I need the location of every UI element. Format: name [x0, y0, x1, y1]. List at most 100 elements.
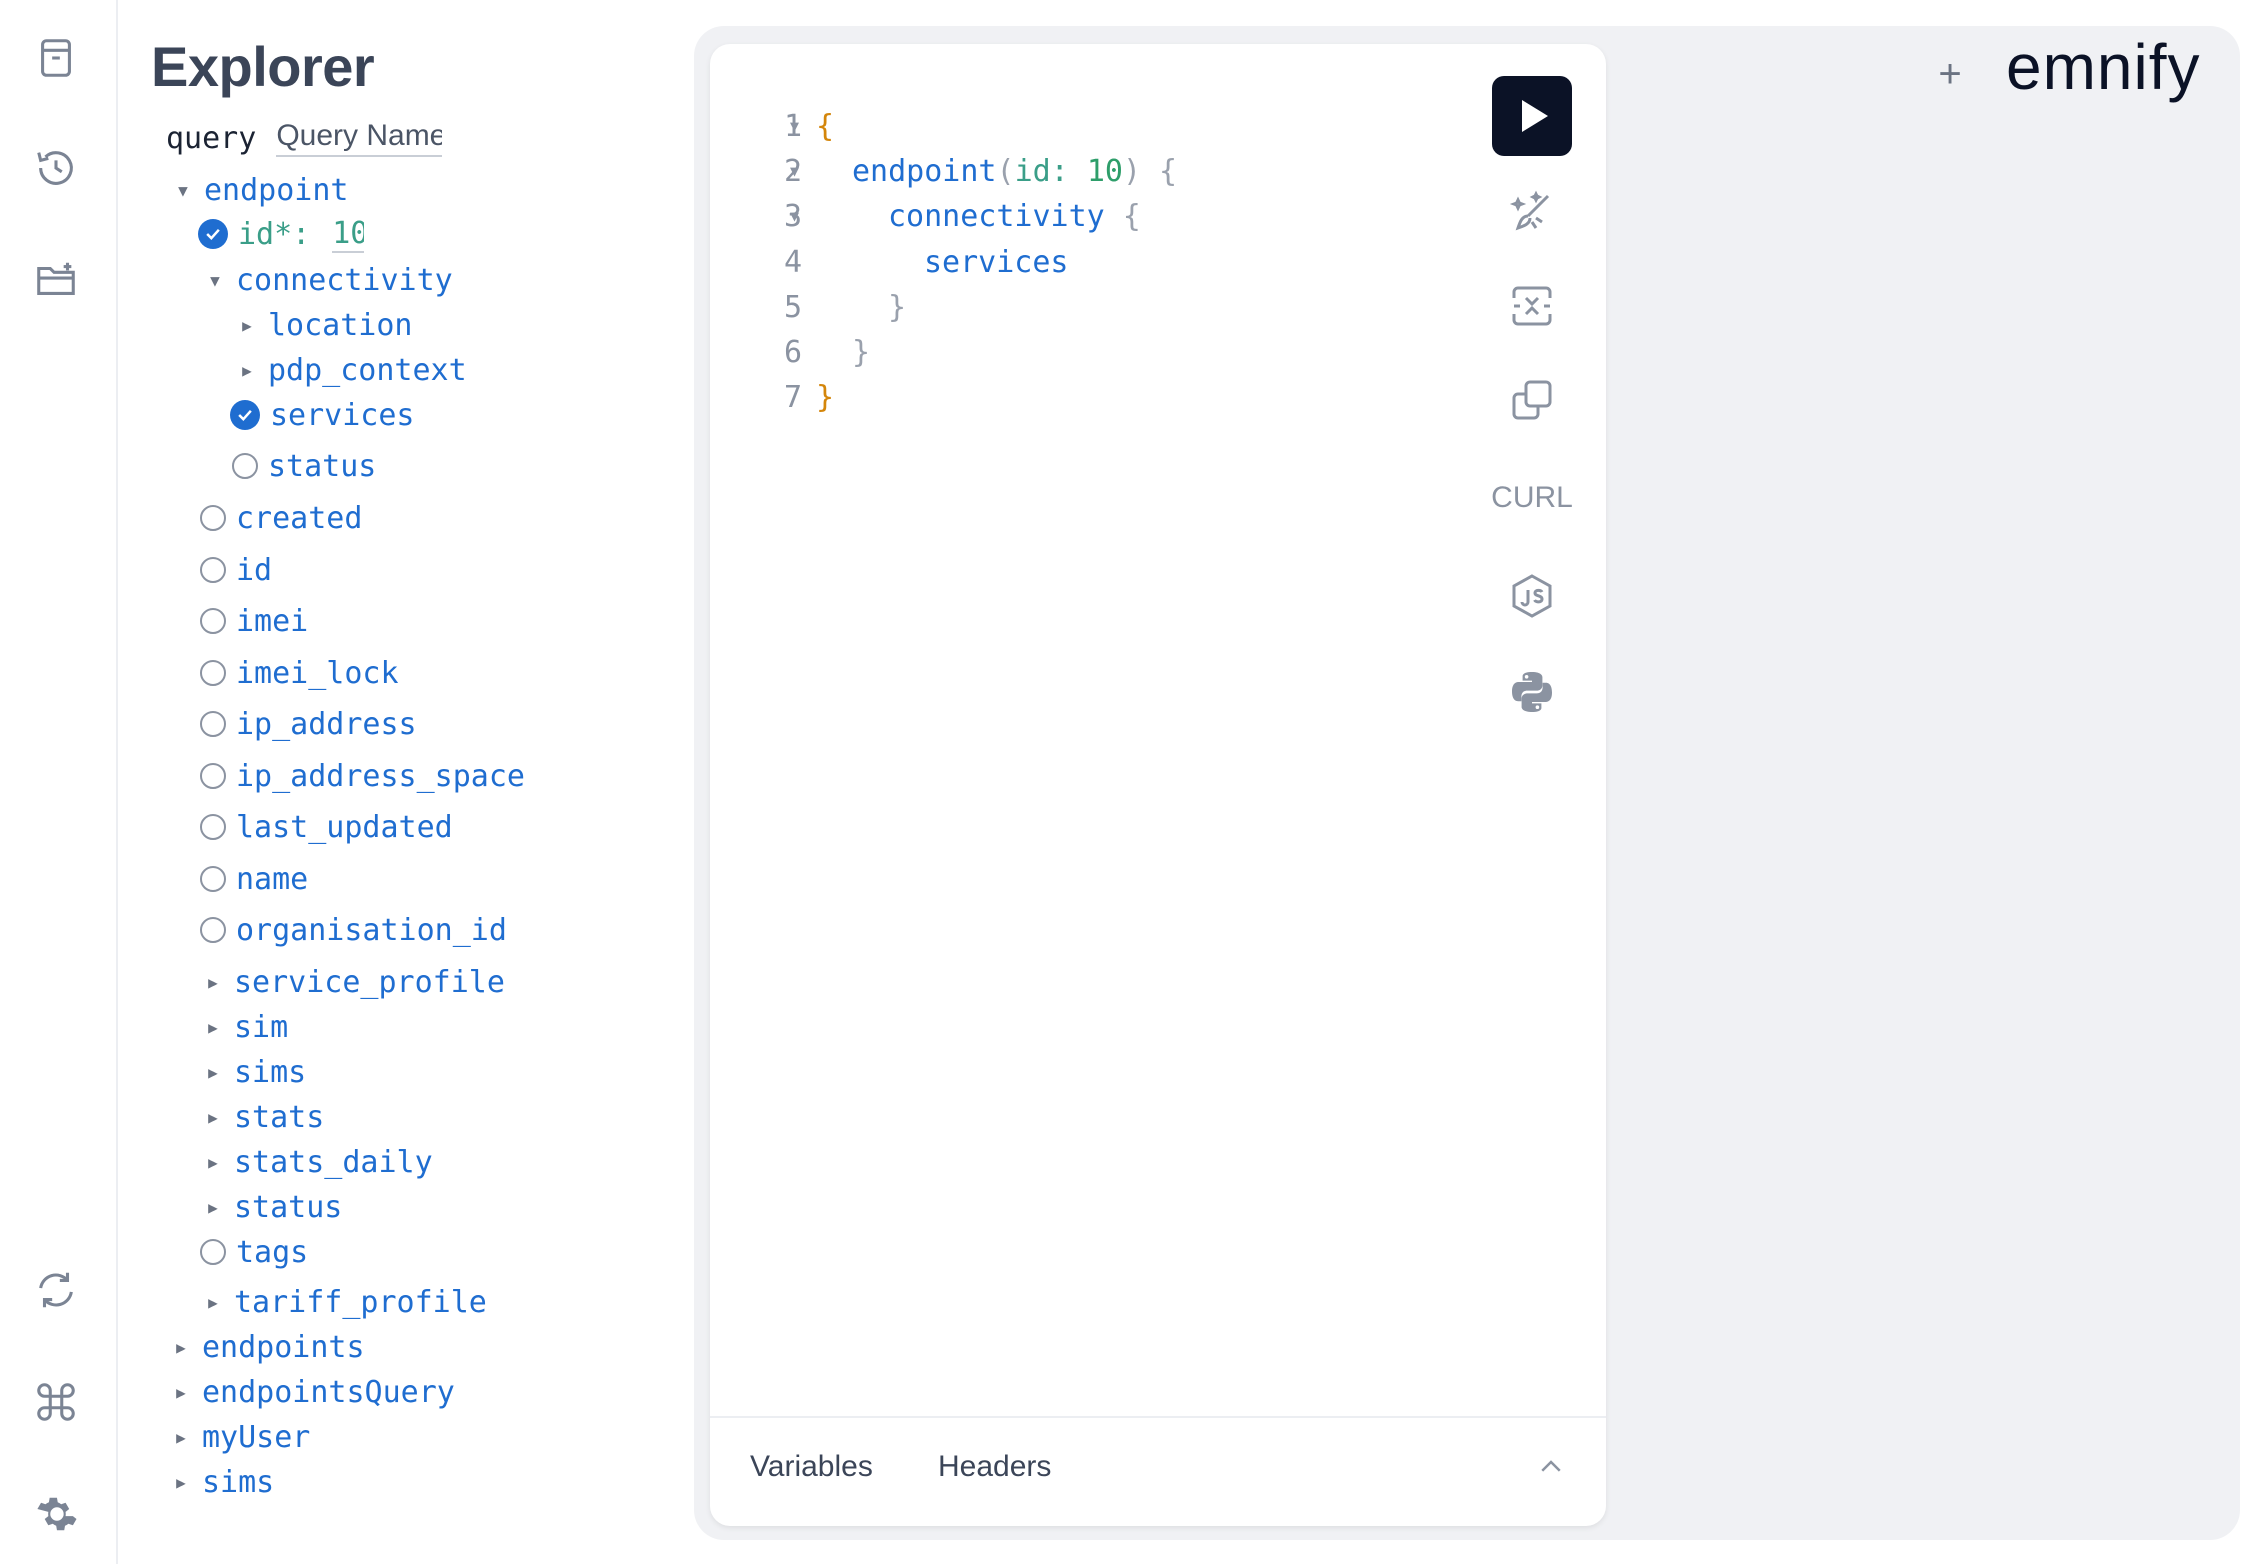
js-snippet-button[interactable]	[1492, 556, 1572, 636]
line-number: 5	[783, 289, 802, 325]
tree-item-sims[interactable]: ▶ sims	[202, 1050, 306, 1094]
unchecked-circle-icon[interactable]	[200, 1239, 226, 1265]
curl-button[interactable]: CURL	[1491, 458, 1573, 538]
code-field: endpoint	[852, 153, 997, 189]
tree-item-imei[interactable]: imei	[200, 599, 308, 643]
tree-item-sim[interactable]: ▶ sim	[202, 1005, 288, 1049]
command-icon[interactable]	[28, 1374, 84, 1430]
nodejs-icon	[1512, 574, 1552, 618]
code-line-4[interactable]: 4 services	[710, 240, 1410, 284]
field-label: name	[236, 861, 309, 897]
tree-item-ip-address[interactable]: ip_address	[200, 702, 417, 746]
tree-item-connectivity-status[interactable]: status	[232, 444, 376, 488]
fold-icon[interactable]: ▼	[790, 207, 799, 225]
field-label: imei_lock	[236, 655, 399, 691]
unchecked-circle-icon[interactable]	[200, 814, 226, 840]
code-line-5[interactable]: 5 }	[710, 285, 1410, 329]
code-line-2[interactable]: 2 ▼ endpoint(id: 10) {	[710, 149, 1410, 193]
folder-add-icon[interactable]	[28, 252, 84, 308]
field-label: last_updated	[236, 809, 453, 845]
tree-item-imei-lock[interactable]: imei_lock	[200, 651, 399, 695]
fold-icon[interactable]: ▼	[790, 117, 799, 135]
code-punct: ) {	[1122, 153, 1178, 189]
operation-keyword[interactable]: query	[166, 121, 256, 156]
field-label: tags	[236, 1234, 309, 1270]
field-label: stats_daily	[234, 1144, 433, 1180]
tree-item-created[interactable]: created	[200, 496, 362, 540]
tree-item-sims-root[interactable]: ▶ sims	[170, 1460, 274, 1504]
code-line-1[interactable]: 1 ▼ {	[710, 104, 1410, 148]
chevron-up-icon[interactable]	[1536, 1452, 1566, 1487]
tree-item-my-user[interactable]: ▶ myUser	[170, 1415, 310, 1459]
tree-item-tags[interactable]: tags	[200, 1230, 308, 1274]
field-label: services	[270, 397, 415, 433]
prettify-button[interactable]	[1492, 172, 1572, 252]
tree-item-connectivity[interactable]: ▼ connectivity	[204, 258, 453, 302]
query-name-input[interactable]	[276, 119, 443, 157]
caret-right-icon: ▶	[176, 1337, 186, 1357]
tree-item-stats-daily[interactable]: ▶ stats_daily	[202, 1140, 433, 1184]
unchecked-circle-icon[interactable]	[200, 660, 226, 686]
tree-item-tariff-profile[interactable]: ▶ tariff_profile	[202, 1280, 487, 1324]
unchecked-circle-icon[interactable]	[232, 453, 258, 479]
merge-fragments-button[interactable]	[1492, 266, 1572, 346]
code-brace: {	[816, 108, 835, 144]
settings-icon[interactable]	[28, 1486, 84, 1542]
unchecked-circle-icon[interactable]	[200, 763, 226, 789]
field-label: sim	[234, 1009, 289, 1045]
code-line-6[interactable]: 6 }	[710, 330, 1410, 374]
tree-item-endpoints[interactable]: ▶ endpoints	[170, 1325, 365, 1369]
checked-icon[interactable]	[198, 219, 228, 249]
unchecked-circle-icon[interactable]	[200, 608, 226, 634]
unchecked-circle-icon[interactable]	[200, 505, 226, 531]
add-tab-button[interactable]: +	[1930, 54, 1970, 94]
field-label: location	[268, 307, 413, 343]
explorer-panel: Explorer query ▼ endpoint id*: ▼ connect…	[118, 0, 688, 1564]
tree-item-endpoints-query[interactable]: ▶ endpointsQuery	[170, 1370, 455, 1414]
tree-item-name[interactable]: name	[200, 857, 308, 901]
unchecked-circle-icon[interactable]	[200, 917, 226, 943]
tree-item-services[interactable]: services	[230, 393, 415, 437]
tree-item-service-profile[interactable]: ▶ service_profile	[202, 960, 505, 1004]
tree-item-id[interactable]: id	[200, 548, 272, 592]
checked-icon[interactable]	[230, 400, 260, 430]
refresh-icon[interactable]	[28, 1262, 84, 1318]
caret-down-icon: ▼	[210, 270, 220, 290]
run-button[interactable]	[1492, 76, 1572, 156]
tree-item-ip-address-space[interactable]: ip_address_space	[200, 754, 525, 798]
unchecked-circle-icon[interactable]	[200, 557, 226, 583]
tree-item-organisation-id[interactable]: organisation_id	[200, 908, 507, 952]
copy-button[interactable]	[1492, 360, 1572, 440]
tree-item-stats[interactable]: ▶ stats	[202, 1095, 324, 1139]
tree-item-status[interactable]: ▶ status	[202, 1185, 342, 1229]
caret-right-icon: ▶	[176, 1382, 186, 1402]
caret-right-icon: ▶	[176, 1472, 186, 1492]
merge-icon	[1512, 286, 1552, 326]
document-icon[interactable]	[28, 30, 84, 86]
tree-item-endpoint[interactable]: ▼ endpoint	[172, 168, 348, 212]
code-line-3[interactable]: 3 ▼ connectivity {	[710, 194, 1410, 238]
code-field: connectivity	[888, 198, 1105, 234]
field-label: imei	[236, 603, 309, 639]
query-editor[interactable]: 1 ▼ { 2 ▼ endpoint(id: 10) { 3 ▼ connect…	[710, 44, 1606, 1526]
code-punct: {	[1104, 198, 1141, 234]
tab-headers[interactable]: Headers	[938, 1450, 1051, 1484]
unchecked-circle-icon[interactable]	[200, 866, 226, 892]
field-label: organisation_id	[236, 912, 507, 948]
argument-id-input[interactable]	[332, 215, 365, 253]
tree-item-pdp-context[interactable]: ▶ pdp_context	[236, 348, 467, 392]
unchecked-circle-icon[interactable]	[200, 711, 226, 737]
argument-id-row[interactable]: id*:	[198, 212, 365, 256]
code-punct: (	[996, 153, 1015, 189]
field-label: myUser	[202, 1419, 311, 1455]
tab-variables[interactable]: Variables	[750, 1450, 873, 1484]
field-label: endpoints	[202, 1329, 365, 1365]
python-snippet-button[interactable]	[1492, 652, 1572, 732]
code-line-7[interactable]: 7 }	[710, 375, 1410, 419]
curl-label: CURL	[1491, 481, 1573, 514]
tree-item-last-updated[interactable]: last_updated	[200, 805, 453, 849]
code-field: services	[924, 244, 1069, 280]
history-icon[interactable]	[28, 140, 84, 196]
fold-icon[interactable]: ▼	[790, 162, 799, 180]
tree-item-location[interactable]: ▶ location	[236, 303, 413, 347]
